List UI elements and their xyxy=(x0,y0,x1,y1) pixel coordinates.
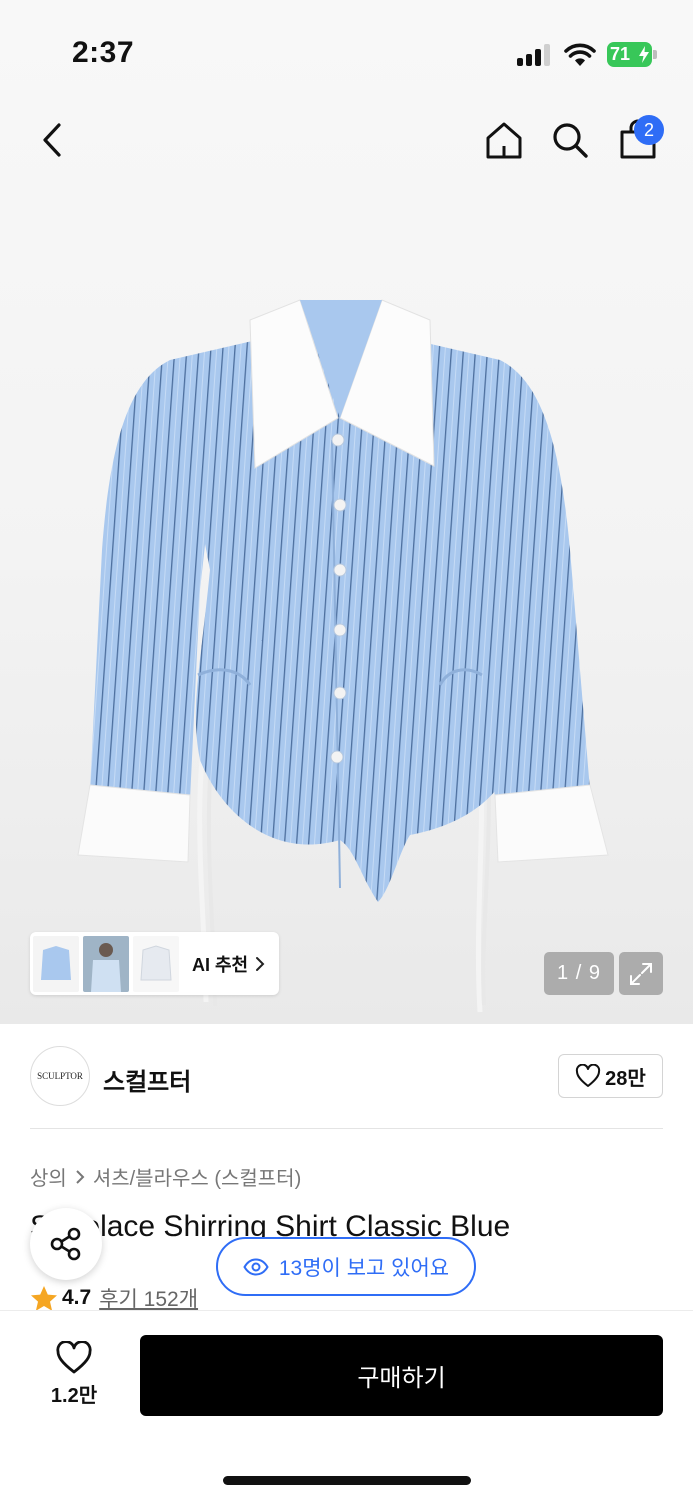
expand-button[interactable] xyxy=(619,952,663,995)
heart-icon xyxy=(576,1064,601,1087)
back-button[interactable] xyxy=(30,118,74,162)
recommend-thumbnail xyxy=(83,935,129,992)
home-indicator xyxy=(223,1476,471,1485)
bottom-action-bar: 1.2만 구매하기 xyxy=(0,1310,693,1500)
viewers-toast: 13명이 보고 있어요 xyxy=(216,1237,476,1296)
rating-row: 4.7 후기 152개 xyxy=(30,1283,198,1313)
status-bar: 2:37 71 xyxy=(0,0,693,100)
buy-button[interactable]: 구매하기 xyxy=(140,1335,663,1416)
heart-icon xyxy=(56,1341,92,1374)
chevron-left-icon xyxy=(43,123,61,157)
reviews-link[interactable]: 후기 152개 xyxy=(99,1283,198,1313)
product-image xyxy=(77,299,609,1013)
brand-like-count: 28만 xyxy=(605,1067,646,1090)
charging-bolt-icon xyxy=(639,46,649,63)
image-pager: 1 / 9 xyxy=(544,952,614,995)
chevron-right-icon xyxy=(75,1169,85,1185)
breadcrumb-item-top[interactable]: 상의 xyxy=(30,1162,67,1191)
brand-logo[interactable]: SCULPTOR xyxy=(30,1046,90,1106)
battery-indicator: 71 xyxy=(607,42,657,67)
recommend-thumbnail xyxy=(133,935,179,992)
share-button[interactable] xyxy=(30,1208,102,1280)
status-time: 2:37 xyxy=(72,36,135,69)
brand-row: SCULPTOR 스컬프터 28만 xyxy=(30,1046,663,1108)
cellular-signal-icon xyxy=(517,44,551,66)
battery-level: 71 xyxy=(610,44,631,64)
search-icon xyxy=(553,123,588,158)
divider xyxy=(30,1128,663,1129)
breadcrumb-item-shirts[interactable]: 셔츠/블라우스 (스컬프터) xyxy=(93,1162,301,1191)
star-icon xyxy=(31,1285,57,1311)
brand-like-button[interactable]: 28만 xyxy=(558,1054,663,1098)
wifi-icon xyxy=(564,43,596,66)
home-button[interactable] xyxy=(481,117,527,163)
wishlist-count: 1.2만 xyxy=(50,1385,98,1407)
brand-name[interactable]: 스컬프터 xyxy=(103,1062,191,1097)
recommend-thumbnail xyxy=(33,935,79,992)
eye-icon xyxy=(243,1257,269,1276)
breadcrumb: 상의 셔츠/블라우스 (스컬프터) xyxy=(30,1162,301,1191)
cart-count-badge: 2 xyxy=(634,115,664,145)
viewers-text: 13명이 보고 있어요 xyxy=(278,1256,450,1280)
rating-score: 4.7 xyxy=(62,1286,92,1309)
product-gallery[interactable]: 2:37 71 2 AI 추천 1 / 9 xyxy=(0,0,693,1024)
chevron-right-icon xyxy=(256,956,265,971)
ai-recommend-button[interactable]: AI 추천 xyxy=(30,932,279,995)
wishlist-button[interactable]: 1.2만 xyxy=(40,1341,108,1409)
search-button[interactable] xyxy=(547,117,593,163)
share-icon xyxy=(50,1227,81,1261)
home-icon xyxy=(486,122,522,159)
expand-icon xyxy=(630,962,652,985)
ai-recommend-label: AI 추천 xyxy=(192,954,249,975)
